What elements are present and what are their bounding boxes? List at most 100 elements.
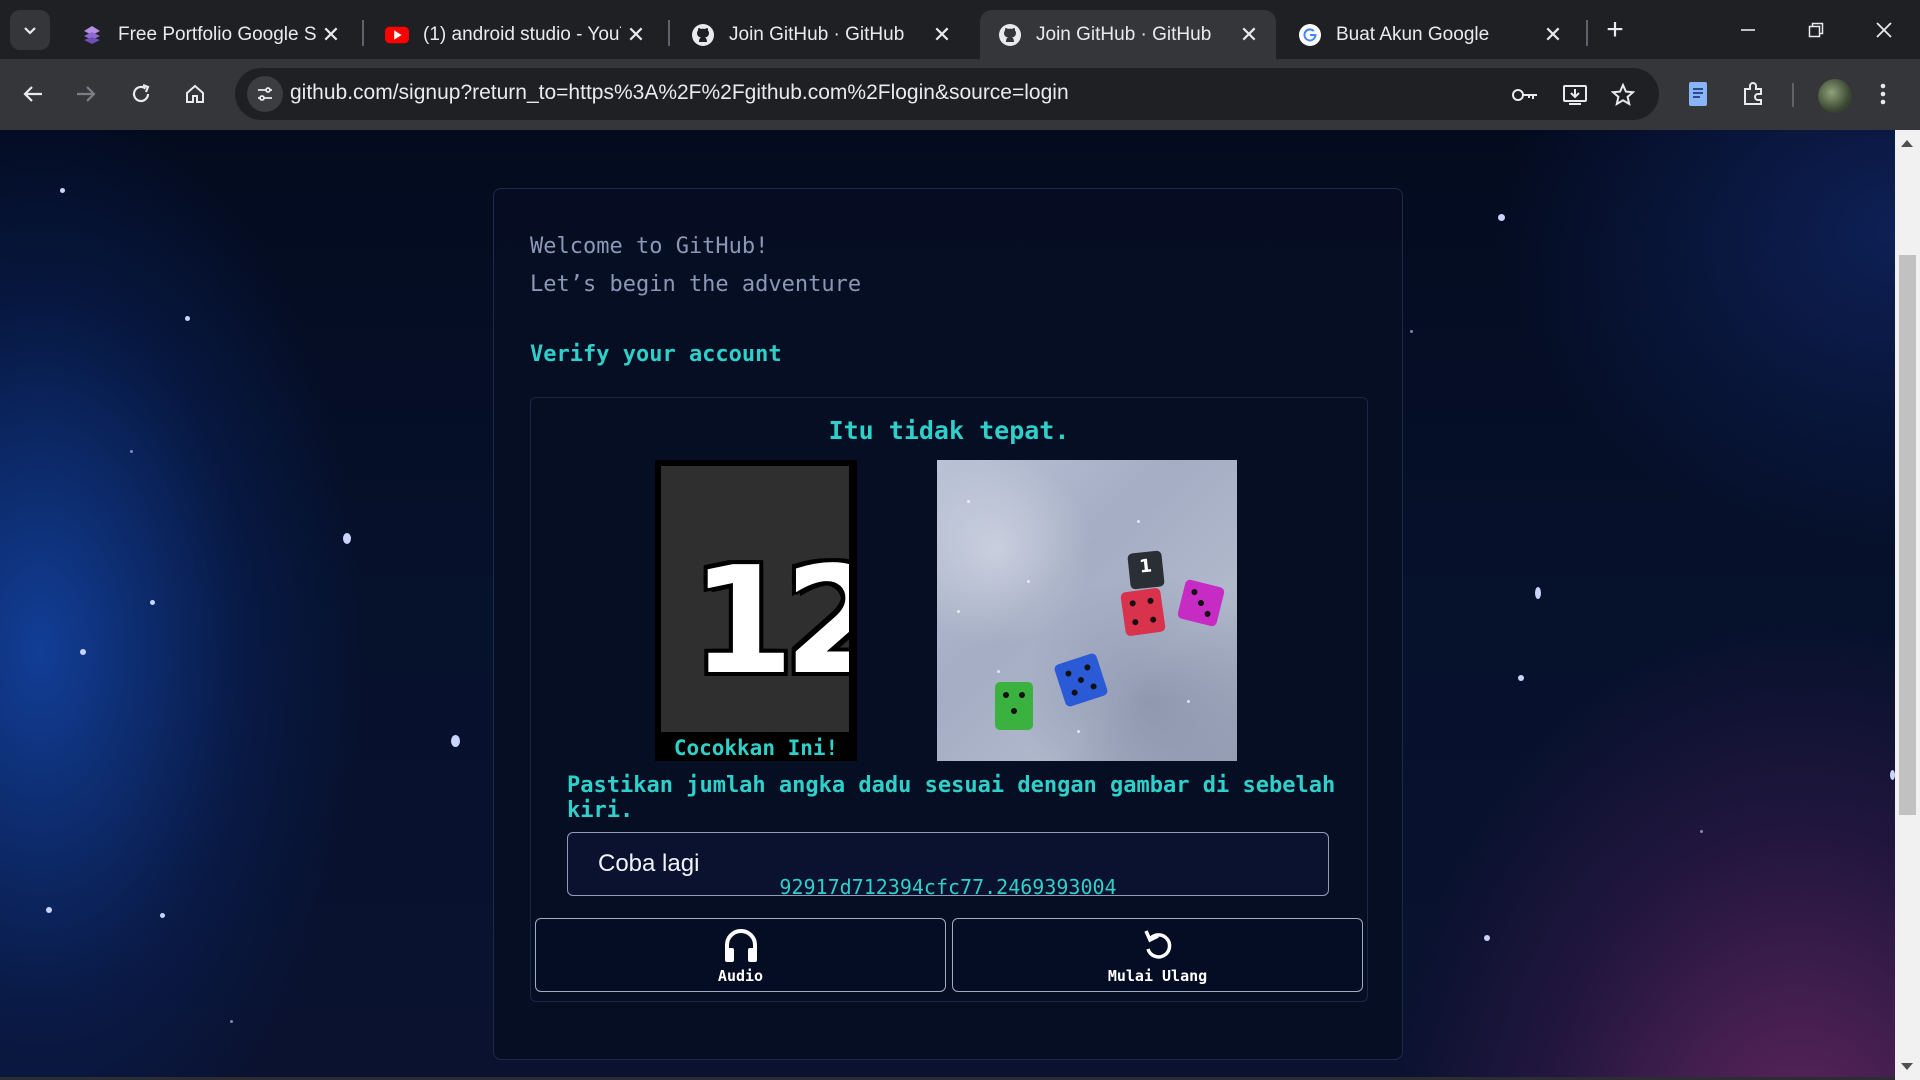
gravel-speck — [957, 610, 960, 613]
die-pip — [1077, 676, 1085, 684]
red-die — [1120, 587, 1166, 637]
page-scrollbar[interactable] — [1895, 130, 1920, 1080]
close-icon[interactable]: ✕ — [621, 20, 651, 50]
audio-button[interactable]: Audio — [535, 918, 946, 992]
tab-divider — [362, 20, 364, 46]
new-tab-button[interactable]: + — [1597, 12, 1633, 48]
scroll-up-arrow-icon[interactable] — [1901, 140, 1913, 147]
scrollbar-thumb[interactable] — [1899, 255, 1916, 815]
tab-join-github-active[interactable]: Join GitHub · GitHub ✕ — [980, 10, 1276, 59]
close-icon[interactable]: ✕ — [1538, 20, 1568, 50]
die-pip — [1129, 599, 1137, 607]
tab-title: (1) android studio - YouT — [423, 23, 621, 45]
close-icon — [1876, 21, 1892, 38]
home-button[interactable] — [175, 74, 215, 114]
url-text[interactable]: github.com/signup?return_to=https%3A%2F%… — [290, 81, 1069, 105]
die-pip — [1083, 663, 1092, 672]
die-face-one: 1 — [1138, 555, 1153, 578]
star-decoration — [1518, 675, 1524, 681]
password-key-icon[interactable] — [1511, 81, 1539, 109]
target-number: 12 — [691, 535, 849, 707]
star-decoration — [160, 913, 165, 918]
install-app-icon[interactable] — [1561, 81, 1589, 109]
welcome-subheading: Let’s begin the adventure — [530, 272, 862, 297]
captcha-status: Itu tidak tepat. — [828, 416, 1070, 445]
reading-list-icon[interactable] — [1680, 76, 1716, 112]
magenta-die — [1176, 578, 1226, 628]
session-id: 92917d712394cfc77.2469393004 — [779, 875, 1117, 899]
slidesgo-icon — [80, 23, 104, 47]
extensions-icon[interactable] — [1735, 76, 1771, 112]
tab-join-github[interactable]: Join GitHub · GitHub ✕ — [673, 10, 969, 59]
star-decoration — [343, 533, 351, 544]
star-decoration — [80, 649, 86, 655]
gravel-speck — [1187, 700, 1190, 703]
die-pip — [1147, 597, 1154, 605]
chevron-down-icon — [24, 27, 36, 35]
menu-kebab-icon[interactable] — [1865, 76, 1901, 112]
tab-google-account[interactable]: Buat Akun Google ✕ — [1280, 10, 1580, 59]
target-number-image: 12 Cocokkan Ini! — [655, 460, 857, 761]
restart-icon — [1143, 930, 1171, 959]
signup-card: Welcome to GitHub! Let’s begin the adven… — [493, 188, 1403, 1060]
reload-button[interactable] — [121, 74, 161, 114]
tab-strip: Free Portfolio Google Slid ✕ (1) android… — [0, 0, 1920, 59]
github-icon — [998, 23, 1022, 47]
die-pip — [1089, 682, 1098, 691]
audio-label: Audio — [717, 967, 764, 985]
scroll-down-arrow-icon[interactable] — [1901, 1063, 1913, 1070]
captcha-answer-field[interactable]: Coba lagi 92917d712394cfc77.2469393004 — [567, 832, 1329, 899]
home-icon — [186, 84, 204, 103]
tab-search-button[interactable] — [10, 10, 50, 50]
tab-portfolio[interactable]: Free Portfolio Google Slid ✕ — [62, 10, 358, 59]
star-decoration — [1498, 214, 1505, 221]
profile-avatar[interactable] — [1818, 79, 1852, 113]
tab-title: Free Portfolio Google Slid — [118, 23, 316, 45]
die-pip — [1131, 618, 1139, 626]
star-decoration — [1484, 935, 1490, 941]
restart-button[interactable]: Mulai Ulang — [952, 918, 1363, 992]
target-number-panel: 12 — [661, 466, 849, 732]
minimize-button[interactable] — [1714, 0, 1782, 59]
captcha-panel: Itu tidak tepat. 12 Cocokkan Ini! 1 Past… — [530, 397, 1368, 1002]
match-label: Cocokkan Ini! — [673, 736, 839, 760]
answer-value[interactable]: Coba lagi — [598, 850, 699, 878]
address-bar[interactable]: github.com/signup?return_to=https%3A%2F%… — [235, 68, 1659, 120]
gravel-speck — [1077, 730, 1080, 733]
star-decoration — [1700, 830, 1703, 833]
minimize-icon — [1741, 28, 1755, 31]
bookmark-star-icon[interactable] — [1609, 81, 1637, 109]
tab-title: Join GitHub · GitHub — [729, 23, 905, 45]
die-pip — [1190, 588, 1199, 596]
restore-button[interactable] — [1782, 0, 1850, 59]
star-decoration — [150, 600, 155, 605]
star-decoration — [46, 907, 52, 913]
star-decoration — [1410, 330, 1413, 333]
star-decoration — [130, 450, 133, 453]
reload-icon — [132, 83, 150, 103]
star-decoration — [451, 735, 460, 747]
dice-image[interactable]: 1 — [937, 460, 1237, 761]
close-icon[interactable]: ✕ — [316, 20, 346, 50]
close-icon[interactable]: ✕ — [1234, 20, 1264, 50]
die-pip — [1203, 610, 1212, 618]
tab-youtube[interactable]: (1) android studio - YouT ✕ — [367, 10, 663, 59]
restore-icon — [1808, 22, 1824, 37]
welcome-heading: Welcome to GitHub! — [530, 234, 769, 259]
page-viewport: Welcome to GitHub! Let’s begin the adven… — [0, 130, 1895, 1080]
die-pip — [1197, 599, 1205, 607]
die-pip — [1003, 692, 1009, 698]
restart-label: Mulai Ulang — [1107, 967, 1208, 985]
star-decoration — [185, 316, 190, 321]
verify-heading: Verify your account — [530, 342, 782, 367]
star-decoration — [1535, 587, 1541, 599]
close-window-button[interactable] — [1850, 0, 1918, 59]
google-icon — [1298, 23, 1322, 47]
back-button[interactable] — [13, 74, 53, 114]
gravel-speck — [1027, 580, 1030, 583]
tab-divider — [1586, 20, 1588, 46]
star-decoration — [230, 1020, 233, 1023]
forward-button[interactable] — [66, 74, 106, 114]
close-icon[interactable]: ✕ — [927, 20, 957, 50]
site-settings-icon[interactable] — [247, 76, 283, 112]
